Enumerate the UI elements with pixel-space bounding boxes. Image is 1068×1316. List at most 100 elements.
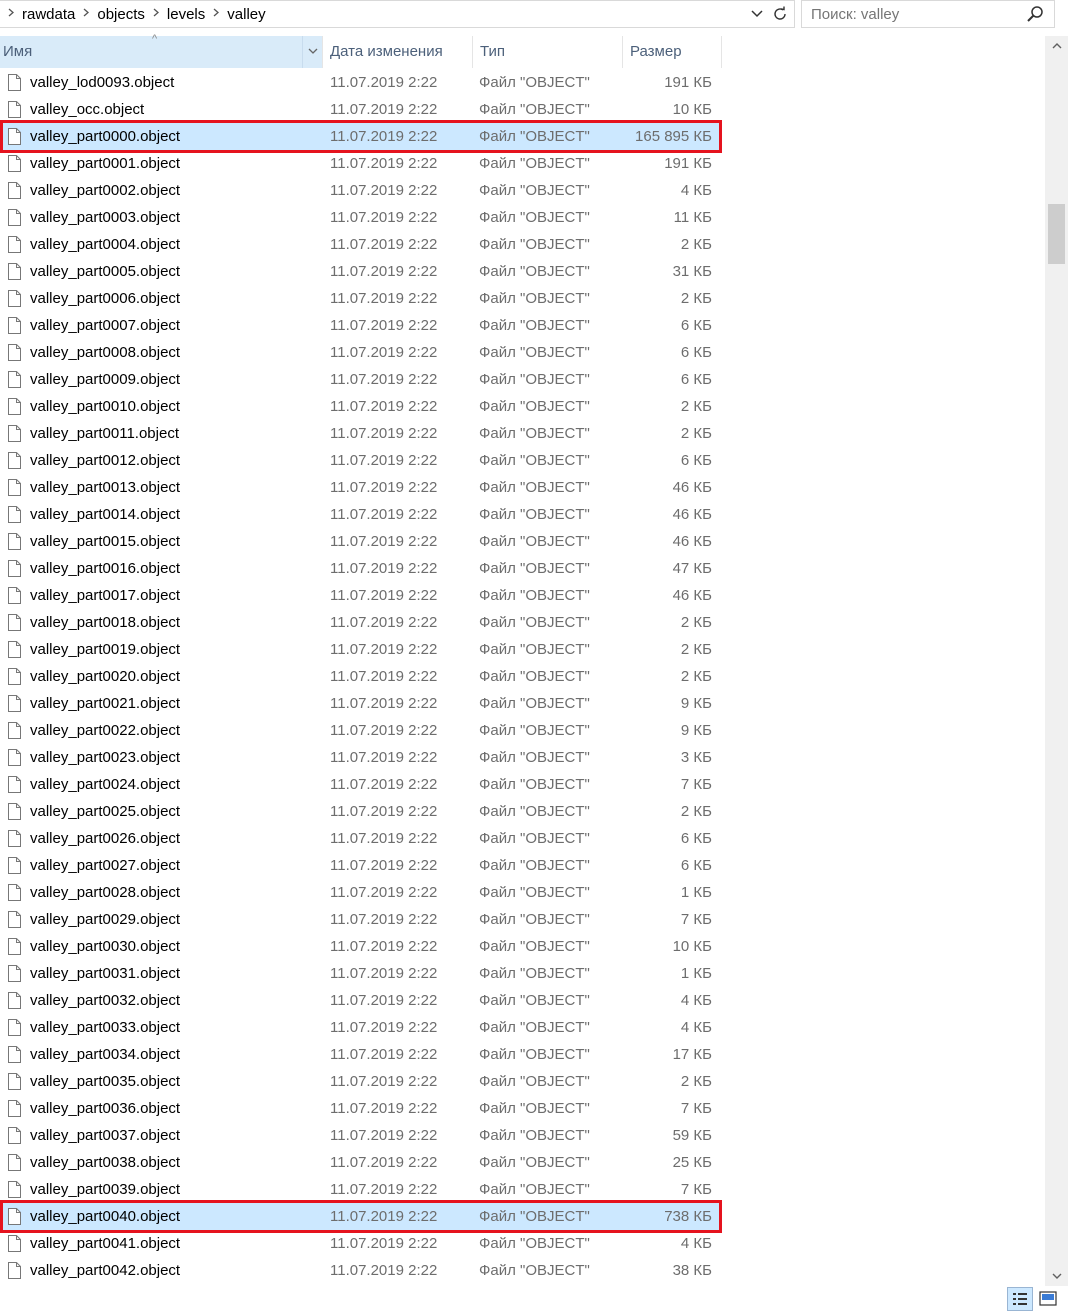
table-row[interactable]: valley_part0032.object 11.07.2019 2:22 Фай… <box>0 987 722 1014</box>
breadcrumb-separator-icon[interactable] <box>83 8 90 20</box>
table-row[interactable]: valley_part0015.object 11.07.2019 2:22 Фай… <box>0 528 722 555</box>
file-name[interactable]: valley_part0039.object <box>30 1176 180 1203</box>
table-row[interactable]: valley_part0021.object 11.07.2019 2:22 Фай… <box>0 690 722 717</box>
file-name[interactable]: valley_part0014.object <box>30 501 180 528</box>
file-name[interactable]: valley_part0019.object <box>30 636 180 663</box>
table-row[interactable]: valley_part0029.object 11.07.2019 2:22 Фай… <box>0 906 722 933</box>
table-row[interactable]: valley_part0012.object 11.07.2019 2:22 Фай… <box>0 447 722 474</box>
file-name[interactable]: valley_part0003.object <box>30 204 180 231</box>
file-name[interactable]: valley_part0001.object <box>30 150 180 177</box>
vertical-scrollbar[interactable] <box>1045 36 1068 1286</box>
file-name[interactable]: valley_part0020.object <box>30 663 180 690</box>
breadcrumb-item[interactable]: rawdata <box>22 6 75 23</box>
table-row[interactable]: valley_part0017.object 11.07.2019 2:22 Фай… <box>0 582 722 609</box>
table-row[interactable]: valley_part0013.object 11.07.2019 2:22 Фай… <box>0 474 722 501</box>
file-name[interactable]: valley_part0021.object <box>30 690 180 717</box>
file-name[interactable]: valley_part0031.object <box>30 960 180 987</box>
table-row[interactable]: valley_part0039.object 11.07.2019 2:22 Фай… <box>0 1176 722 1203</box>
table-row[interactable]: valley_part0028.object 11.07.2019 2:22 Фай… <box>0 879 722 906</box>
table-row[interactable]: valley_part0007.object 11.07.2019 2:22 Фай… <box>0 312 722 339</box>
file-name[interactable]: valley_part0005.object <box>30 258 180 285</box>
breadcrumb-item[interactable]: levels <box>167 6 205 23</box>
file-name[interactable]: valley_part0007.object <box>30 312 180 339</box>
column-header-date[interactable]: Дата изменения <box>322 36 472 68</box>
file-name[interactable]: valley_part0029.object <box>30 906 180 933</box>
file-name[interactable]: valley_part0012.object <box>30 447 180 474</box>
table-row[interactable]: valley_part0019.object 11.07.2019 2:22 Фай… <box>0 636 722 663</box>
column-filter-dropdown[interactable] <box>302 36 323 68</box>
file-name[interactable]: valley_part0006.object <box>30 285 180 312</box>
file-name[interactable]: valley_part0036.object <box>30 1095 180 1122</box>
table-row[interactable]: valley_part0022.object 11.07.2019 2:22 Фай… <box>0 717 722 744</box>
file-name[interactable]: valley_part0015.object <box>30 528 180 555</box>
file-name[interactable]: valley_part0028.object <box>30 879 180 906</box>
table-row[interactable]: valley_occ.object 11.07.2019 2:22 Файл "OB… <box>0 96 722 123</box>
table-row[interactable]: valley_part0036.object 11.07.2019 2:22 Фай… <box>0 1095 722 1122</box>
file-name[interactable]: valley_part0040.object <box>30 1203 180 1230</box>
details-view-button[interactable] <box>1007 1287 1033 1311</box>
file-name[interactable]: valley_part0027.object <box>30 852 180 879</box>
search-box[interactable] <box>801 0 1055 28</box>
table-row[interactable]: valley_part0002.object 11.07.2019 2:22 Фай… <box>0 177 722 204</box>
table-row[interactable]: valley_part0000.object 11.07.2019 2:22 Фай… <box>0 123 722 150</box>
file-name[interactable]: valley_part0010.object <box>30 393 180 420</box>
file-name[interactable]: valley_part0038.object <box>30 1149 180 1176</box>
table-row[interactable]: valley_part0001.object 11.07.2019 2:22 Фай… <box>0 150 722 177</box>
table-row[interactable]: valley_part0033.object 11.07.2019 2:22 Фай… <box>0 1014 722 1041</box>
file-name[interactable]: valley_part0002.object <box>30 177 180 204</box>
scroll-down-button[interactable] <box>1045 1266 1068 1286</box>
table-row[interactable]: valley_part0041.object 11.07.2019 2:22 Фай… <box>0 1230 722 1257</box>
file-name[interactable]: valley_part0035.object <box>30 1068 180 1095</box>
search-icon[interactable] <box>1026 5 1044 23</box>
table-row[interactable]: valley_part0016.object 11.07.2019 2:22 Фай… <box>0 555 722 582</box>
table-row[interactable]: valley_part0031.object 11.07.2019 2:22 Фай… <box>0 960 722 987</box>
table-row[interactable]: valley_part0006.object 11.07.2019 2:22 Фай… <box>0 285 722 312</box>
table-row[interactable]: valley_part0018.object 11.07.2019 2:22 Фай… <box>0 609 722 636</box>
table-row[interactable]: valley_part0037.object 11.07.2019 2:22 Фай… <box>0 1122 722 1149</box>
table-row[interactable]: valley_part0026.object 11.07.2019 2:22 Фай… <box>0 825 722 852</box>
file-name[interactable]: valley_part0008.object <box>30 339 180 366</box>
breadcrumb-item[interactable]: objects <box>97 6 145 23</box>
file-name[interactable]: valley_part0009.object <box>30 366 180 393</box>
table-row[interactable]: valley_part0042.object 11.07.2019 2:22 Фай… <box>0 1257 722 1284</box>
file-name[interactable]: valley_part0041.object <box>30 1230 180 1257</box>
table-row[interactable]: valley_part0035.object 11.07.2019 2:22 Фай… <box>0 1068 722 1095</box>
table-row[interactable]: valley_part0038.object 11.07.2019 2:22 Фай… <box>0 1149 722 1176</box>
table-row[interactable]: valley_part0030.object 11.07.2019 2:22 Фай… <box>0 933 722 960</box>
table-row[interactable]: valley_part0005.object 11.07.2019 2:22 Фай… <box>0 258 722 285</box>
column-header-size[interactable]: Размер <box>622 36 722 68</box>
table-row[interactable]: valley_part0008.object 11.07.2019 2:22 Фай… <box>0 339 722 366</box>
table-row[interactable]: valley_part0040.object 11.07.2019 2:22 Фай… <box>0 1203 722 1230</box>
file-name[interactable]: valley_part0030.object <box>30 933 180 960</box>
file-name[interactable]: valley_part0026.object <box>30 825 180 852</box>
file-name[interactable]: valley_part0018.object <box>30 609 180 636</box>
column-header-type[interactable]: Тип <box>472 36 622 68</box>
breadcrumb-separator-icon[interactable] <box>153 8 159 20</box>
table-row[interactable]: valley_part0034.object 11.07.2019 2:22 Фай… <box>0 1041 722 1068</box>
table-row[interactable]: valley_part0024.object 11.07.2019 2:22 Фай… <box>0 771 722 798</box>
file-name[interactable]: valley_lod0093.object <box>30 69 174 96</box>
file-name[interactable]: valley_part0025.object <box>30 798 180 825</box>
address-history-dropdown[interactable] <box>748 4 766 24</box>
refresh-button[interactable] <box>768 2 792 26</box>
file-name[interactable]: valley_part0024.object <box>30 771 180 798</box>
file-name[interactable]: valley_part0023.object <box>30 744 180 771</box>
file-name[interactable]: valley_part0000.object <box>30 123 180 150</box>
file-name[interactable]: valley_part0034.object <box>30 1041 180 1068</box>
table-row[interactable]: valley_part0025.object 11.07.2019 2:22 Фай… <box>0 798 722 825</box>
file-name[interactable]: valley_part0042.object <box>30 1257 180 1284</box>
file-name[interactable]: valley_occ.object <box>30 96 144 123</box>
file-name[interactable]: valley_part0004.object <box>30 231 180 258</box>
file-name[interactable]: valley_part0017.object <box>30 582 180 609</box>
table-row[interactable]: valley_part0014.object 11.07.2019 2:22 Фай… <box>0 501 722 528</box>
file-name[interactable]: valley_part0013.object <box>30 474 180 501</box>
column-header-name[interactable]: Имя ^ <box>0 33 323 68</box>
file-name[interactable]: valley_part0022.object <box>30 717 180 744</box>
breadcrumb-separator-icon[interactable] <box>8 8 14 20</box>
scrollbar-thumb[interactable] <box>1048 204 1065 264</box>
file-name[interactable]: valley_part0037.object <box>30 1122 180 1149</box>
table-row[interactable]: valley_part0009.object 11.07.2019 2:22 Фай… <box>0 366 722 393</box>
large-icons-view-button[interactable] <box>1036 1287 1060 1311</box>
table-row[interactable]: valley_part0027.object 11.07.2019 2:22 Фай… <box>0 852 722 879</box>
file-name[interactable]: valley_part0011.object <box>30 420 179 447</box>
